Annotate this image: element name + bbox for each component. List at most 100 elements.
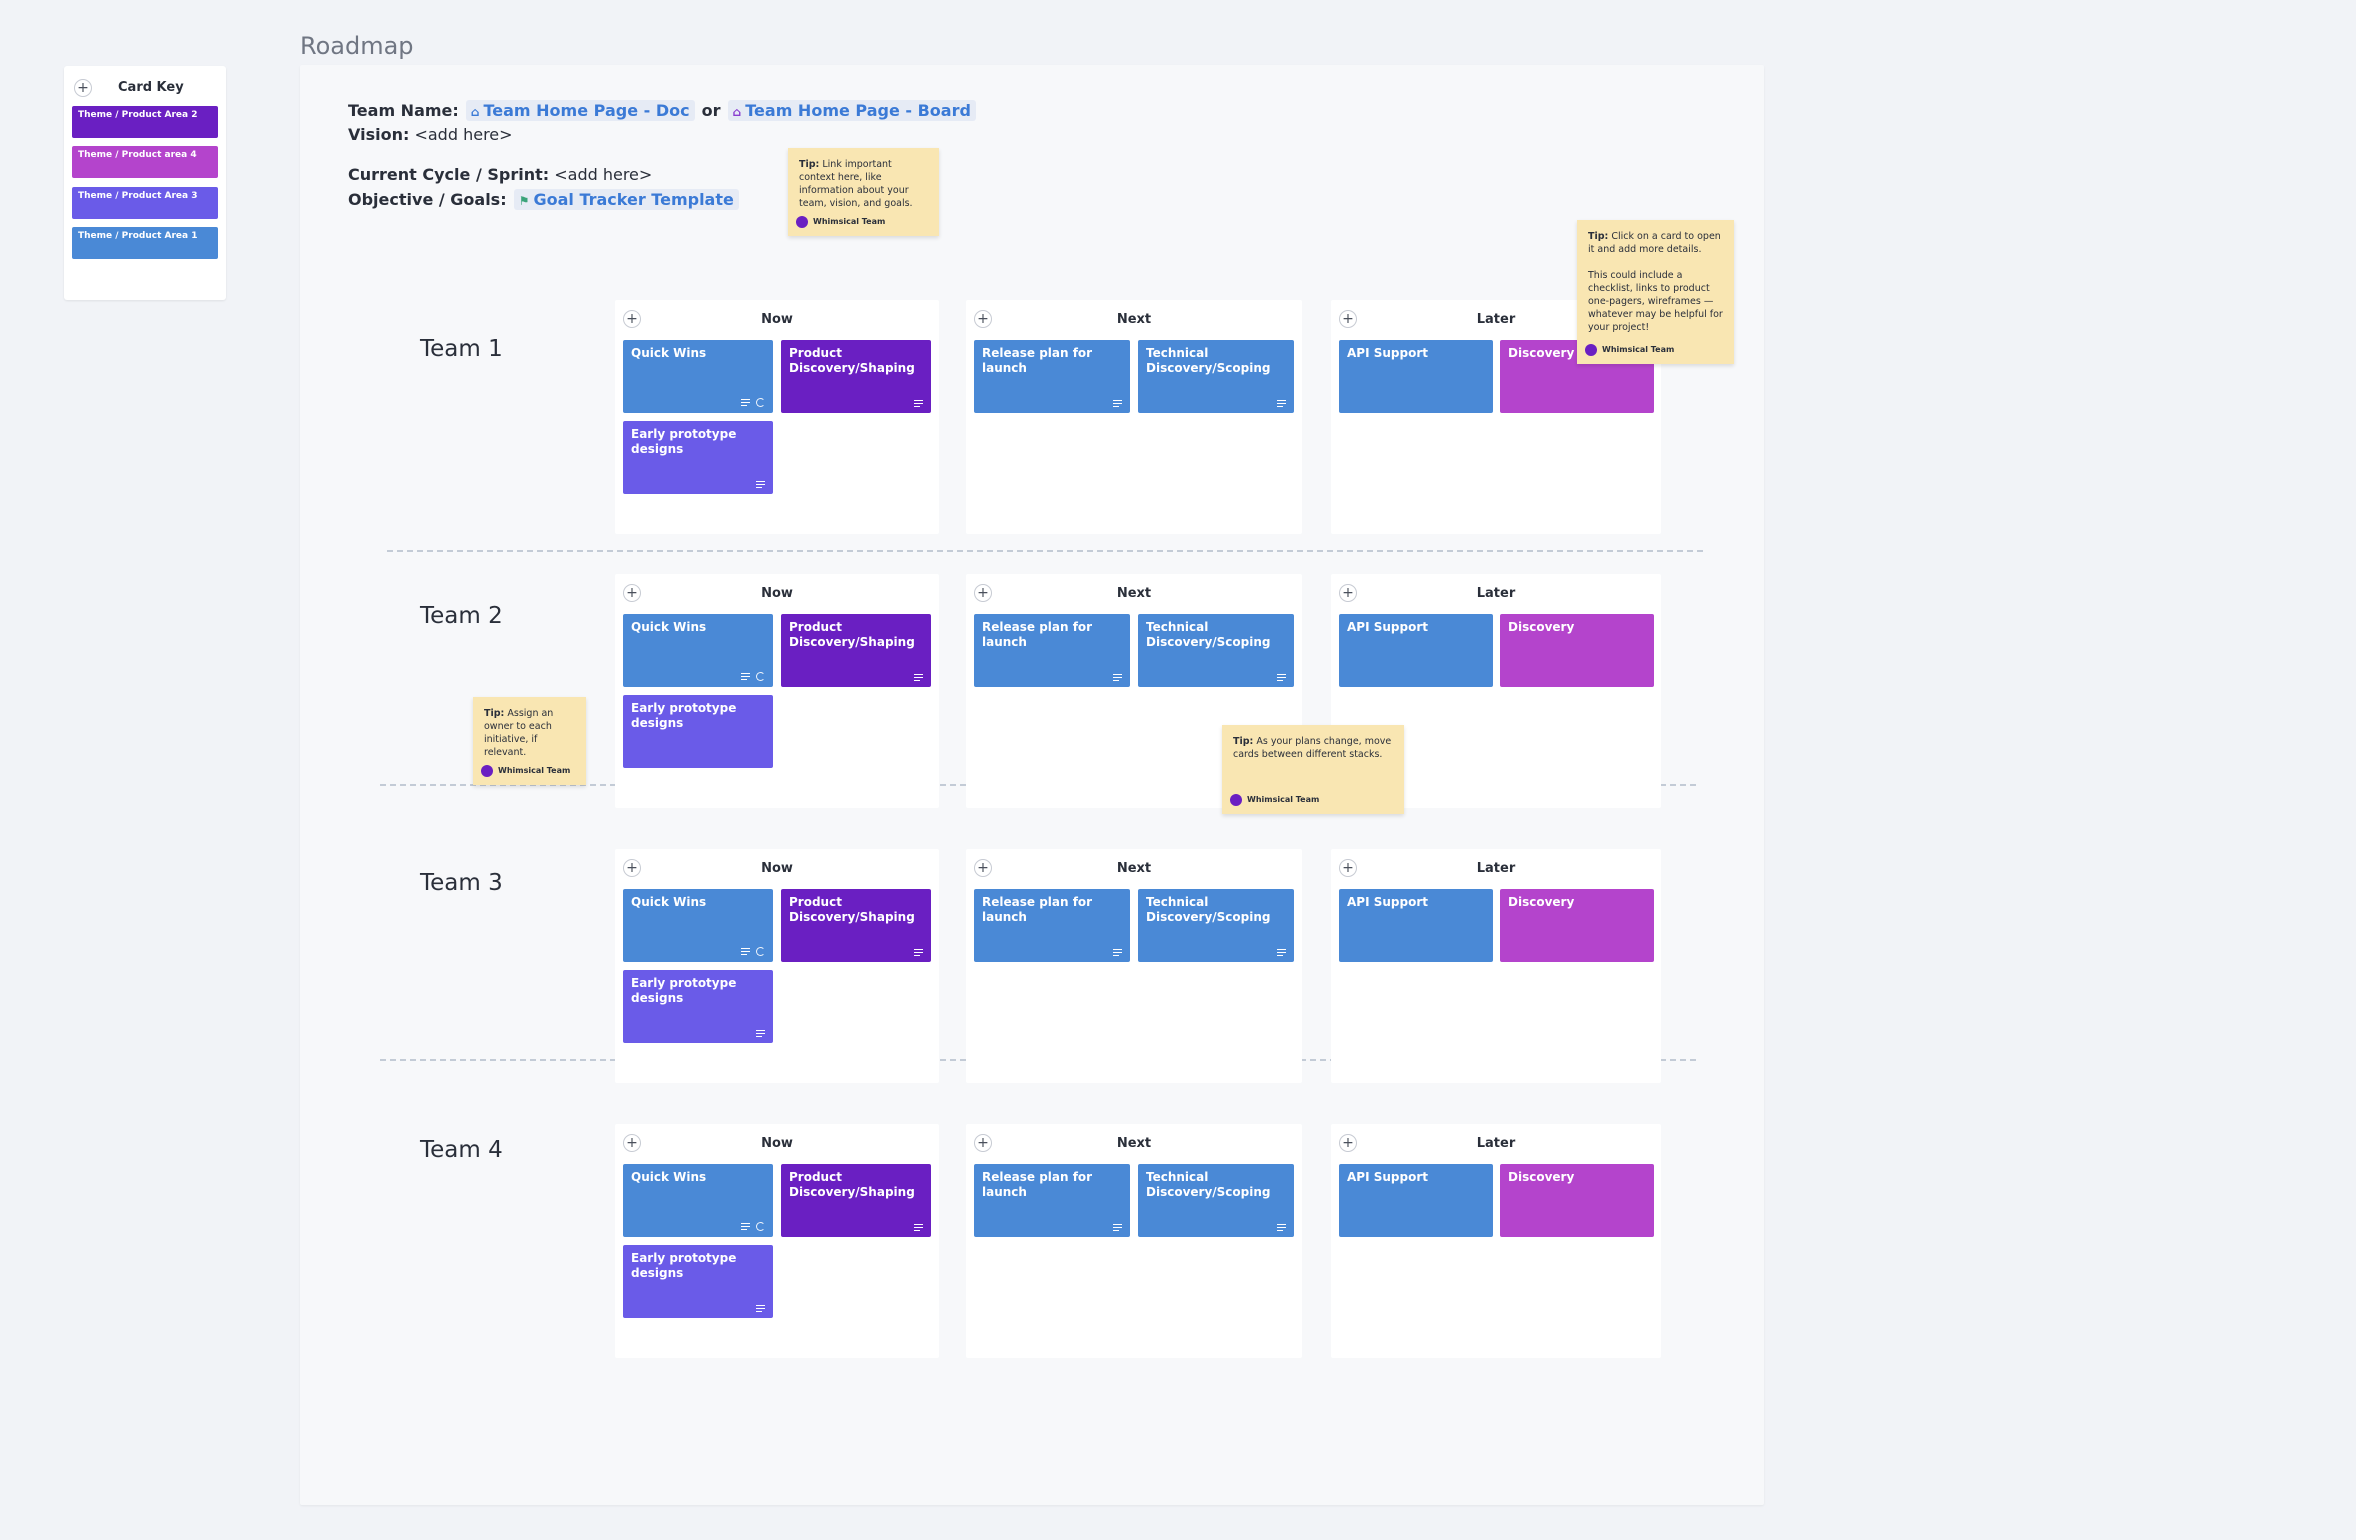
column-title: Next [1116,1136,1152,1151]
card-api-support[interactable]: API Support [1339,889,1493,962]
card-title: Technical Discovery/Scoping [1146,1170,1271,1199]
card-title: Release plan for launch [982,895,1093,924]
progress-icon [756,672,765,681]
theme-chip-area-3[interactable]: Theme / Product Area 3 [72,187,218,219]
card-title: Early prototype designs [631,701,737,730]
column-next: + Next Release plan for launch Technical … [966,1124,1302,1358]
card-quick-wins[interactable]: Quick Wins [623,889,773,962]
card-title: Technical Discovery/Scoping [1146,620,1271,649]
team-doc-link-text: Team Home Page - Doc [483,101,690,120]
sticky-text-more: This could include a checklist, links to… [1588,270,1723,333]
theme-chip-area-1[interactable]: Theme / Product Area 1 [72,227,218,259]
goal-tracker-link-text: Goal Tracker Template [533,190,734,209]
team-label[interactable]: Team 3 [420,870,503,896]
team-label[interactable]: Team 1 [420,336,503,362]
description-icon [1277,400,1286,407]
card-technical-discovery[interactable]: Technical Discovery/Scoping [1138,889,1294,962]
progress-icon [756,398,765,407]
or-text: or [701,101,721,120]
description-icon [756,1030,765,1037]
card-title: Discovery [1508,346,1575,360]
progress-icon [756,947,765,956]
card-title: Release plan for launch [982,1170,1093,1199]
card-release-plan[interactable]: Release plan for launch [974,1164,1130,1237]
team-board-link[interactable]: ⌂ Team Home Page - Board [727,100,976,121]
card-product-discovery[interactable]: Product Discovery/Shaping [781,1164,931,1237]
objective-line: Objective / Goals: ⚑ Goal Tracker Templat… [348,189,741,210]
column-later: + Later API Support Discovery [1331,1124,1661,1358]
card-quick-wins[interactable]: Quick Wins [623,1164,773,1237]
card-quick-wins[interactable]: Quick Wins [623,614,773,687]
home-icon: ⌂ [732,105,742,119]
card-early-prototype[interactable]: Early prototype designs [623,970,773,1043]
card-api-support[interactable]: API Support [1339,1164,1493,1237]
card-product-discovery[interactable]: Product Discovery/Shaping [781,889,931,962]
card-title: API Support [1347,346,1428,360]
description-icon [741,399,750,406]
card-title: Release plan for launch [982,620,1093,649]
author-name: Whimsical Team [498,766,571,775]
description-icon [1113,400,1122,407]
tip-label: Tip: [484,708,505,719]
card-discovery[interactable]: Discovery [1500,1164,1654,1237]
sticky-text: Click on a card to open it and add more … [1588,231,1721,255]
card-discovery[interactable]: Discovery [1500,889,1654,962]
card-quick-wins[interactable]: Quick Wins [623,340,773,413]
card-api-support[interactable]: API Support [1339,614,1493,687]
cycle-line: Current Cycle / Sprint: <add here> [348,165,652,184]
tip-label: Tip: [1588,231,1609,242]
card-api-support[interactable]: API Support [1339,340,1493,413]
card-release-plan[interactable]: Release plan for launch [974,614,1130,687]
team-doc-link[interactable]: ⌂ Team Home Page - Doc [465,100,695,121]
card-product-discovery[interactable]: Product Discovery/Shaping [781,614,931,687]
author-name: Whimsical Team [813,217,886,226]
card-technical-discovery[interactable]: Technical Discovery/Scoping [1138,340,1294,413]
theme-chip-area-4[interactable]: Theme / Product area 4 [72,146,218,178]
card-technical-discovery[interactable]: Technical Discovery/Scoping [1138,614,1294,687]
column-now: + Now Quick Wins Product Discovery/Shapin… [615,300,939,534]
card-key-title: Card Key [118,80,184,95]
vision-value[interactable]: <add here> [414,125,512,144]
card-title: Technical Discovery/Scoping [1146,895,1271,924]
card-title: Quick Wins [631,346,707,360]
card-technical-discovery[interactable]: Technical Discovery/Scoping [1138,1164,1294,1237]
theme-chip-area-2[interactable]: Theme / Product Area 2 [72,106,218,138]
card-title: Release plan for launch [982,346,1093,375]
board-title[interactable]: Roadmap [300,32,414,60]
card-title: Early prototype designs [631,1251,737,1280]
add-theme-button[interactable]: + [74,79,92,97]
column-title: Next [1116,586,1152,601]
sticky-note-click-card[interactable]: Tip: Click on a card to open it and add … [1577,220,1734,364]
description-icon [741,673,750,680]
objective-label: Objective / Goals: [348,190,507,209]
tip-label: Tip: [799,159,820,170]
column-now: + Now Quick Wins Product Discovery/Shapin… [615,574,939,808]
team-label[interactable]: Team 2 [420,603,503,629]
description-icon [1277,949,1286,956]
card-early-prototype[interactable]: Early prototype designs [623,421,773,494]
sticky-author: Whimsical Team [796,215,885,228]
card-release-plan[interactable]: Release plan for launch [974,340,1130,413]
card-product-discovery[interactable]: Product Discovery/Shaping [781,340,931,413]
progress-icon [756,1222,765,1231]
sticky-note-owner[interactable]: Tip: Assign an owner to each initiative,… [473,697,586,785]
sticky-note-move-cards[interactable]: Tip: As your plans change, move cards be… [1222,725,1404,814]
card-title: Early prototype designs [631,976,737,1005]
card-early-prototype[interactable]: Early prototype designs [623,695,773,768]
goal-tracker-link[interactable]: ⚑ Goal Tracker Template [513,189,739,210]
sticky-note-context[interactable]: Tip: Link important context here, like i… [788,148,939,236]
team-label[interactable]: Team 4 [420,1137,503,1163]
description-icon [914,400,923,407]
card-title: API Support [1347,1170,1428,1184]
card-discovery[interactable]: Discovery [1500,614,1654,687]
theme-label: Theme / Product Area 3 [78,191,198,201]
cycle-value[interactable]: <add here> [554,165,652,184]
card-title: Technical Discovery/Scoping [1146,346,1271,375]
column-later: + Later API Support Discovery [1331,849,1661,1083]
team-board-link-text: Team Home Page - Board [745,101,971,120]
description-icon [914,949,923,956]
description-icon [1113,1224,1122,1231]
card-release-plan[interactable]: Release plan for launch [974,889,1130,962]
author-name: Whimsical Team [1247,795,1320,804]
card-early-prototype[interactable]: Early prototype designs [623,1245,773,1318]
